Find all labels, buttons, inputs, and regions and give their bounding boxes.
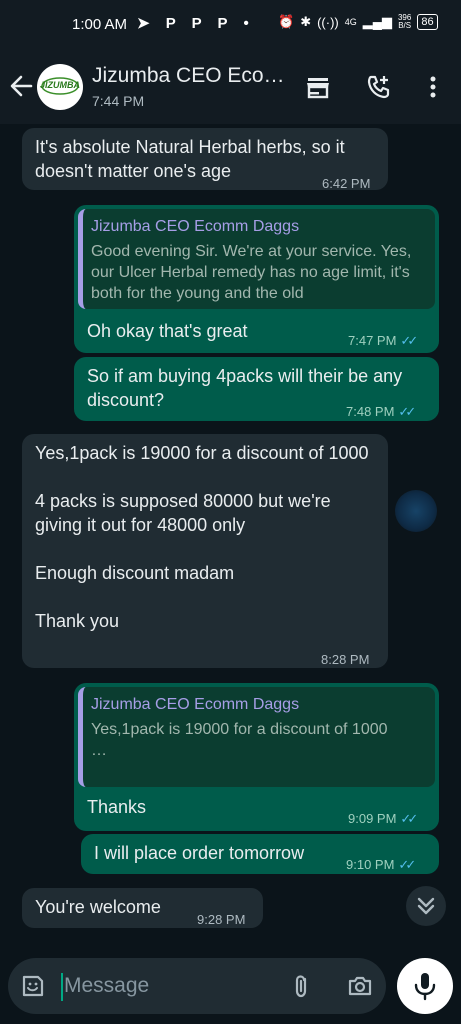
message-incoming[interactable]: You're welcome 9:28 PM — [22, 888, 263, 928]
read-ticks-icon: ✓✓ — [398, 404, 416, 419]
floating-bubble-icon[interactable] — [395, 490, 437, 532]
message-time: 9:09 PM ✓✓ — [348, 811, 418, 826]
signal-icon: ▂▄▆ — [362, 14, 392, 29]
message-input[interactable]: Message — [64, 962, 149, 1010]
network-speed: 396 B/S — [397, 13, 412, 30]
sticker-icon[interactable] — [19, 972, 47, 1000]
message-incoming[interactable]: Yes,1pack is 19000 for a discount of 100… — [22, 434, 388, 668]
message-time: 7:48 PM ✓✓ — [346, 404, 416, 419]
message-outgoing[interactable]: So if am buying 4packs will their be any… — [74, 357, 439, 421]
camera-icon[interactable] — [346, 972, 374, 1000]
notification-icons: ➤ P P P • — [137, 15, 255, 32]
quoted-author: Jizumba CEO Ecomm Daggs — [91, 696, 300, 713]
message-time: 6:42 PM — [322, 176, 371, 191]
text-cursor — [61, 973, 63, 1001]
chat-header: JIZUMBA Jizumba CEO Eco… 7:44 PM — [0, 50, 461, 124]
quoted-message[interactable]: Jizumba CEO Ecomm Daggs Good evening Sir… — [78, 209, 435, 309]
status-time: 1:00 AM — [72, 16, 128, 33]
hotspot-icon: ((·)) — [317, 14, 339, 30]
avatar[interactable]: JIZUMBA — [37, 64, 83, 110]
message-text: Thanks — [87, 797, 147, 817]
message-outgoing[interactable]: I will place order tomorrow 9:10 PM ✓✓ — [81, 834, 439, 874]
avatar-logo-text: JIZUMBA — [40, 80, 80, 90]
network-type: 4G — [344, 17, 357, 27]
system-icons: ⏰ ✱ ((·)) 4G ▂▄▆ 396 B/S 86 — [278, 14, 438, 30]
quoted-author: Jizumba CEO Ecomm Daggs — [91, 218, 300, 235]
store-icon[interactable] — [303, 72, 333, 102]
double-chevron-down-icon — [417, 897, 435, 915]
mic-button[interactable] — [397, 958, 453, 1014]
message-time: 7:47 PM ✓✓ — [348, 333, 418, 348]
read-ticks-icon: ✓✓ — [398, 857, 416, 872]
contact-name[interactable]: Jizumba CEO Eco… — [92, 64, 285, 88]
read-ticks-icon: ✓✓ — [400, 811, 418, 826]
message-text: I will place order tomorrow — [94, 843, 305, 863]
scroll-to-bottom-button[interactable] — [406, 886, 446, 926]
status-bar: 1:00 AM ➤ P P P • ⏰ ✱ ((·)) 4G ▂▄▆ 396 B… — [0, 0, 461, 50]
back-arrow-icon[interactable] — [6, 68, 36, 104]
message-text: Oh okay that's great — [87, 321, 248, 341]
message-outgoing[interactable]: Jizumba CEO Ecomm Daggs Yes,1pack is 190… — [74, 683, 439, 831]
message-outgoing[interactable]: Jizumba CEO Ecomm Daggs Good evening Sir… — [74, 205, 439, 353]
quoted-text: Good evening Sir. We're at your service.… — [91, 243, 416, 302]
bluetooth-icon: ✱ — [300, 14, 312, 29]
alarm-icon: ⏰ — [278, 14, 295, 29]
mic-icon — [414, 973, 436, 1001]
more-vert-icon[interactable] — [418, 72, 448, 102]
chat-area[interactable]: It's absolute Natural Herbal herbs, so i… — [0, 124, 461, 960]
attach-icon[interactable] — [288, 972, 316, 1000]
message-incoming[interactable]: It's absolute Natural Herbal herbs, so i… — [22, 128, 388, 191]
quoted-text: Yes,1pack is 19000 for a discount of 100… — [91, 721, 388, 759]
battery-level: 86 — [417, 14, 438, 30]
quoted-message[interactable]: Jizumba CEO Ecomm Daggs Yes,1pack is 190… — [78, 687, 435, 787]
message-text: You're welcome — [35, 897, 161, 917]
message-time: 8:28 PM — [321, 652, 370, 667]
last-seen: 7:44 PM — [92, 93, 145, 109]
message-time: 9:10 PM ✓✓ — [346, 857, 416, 872]
message-text: Yes,1pack is 19000 for a discount of 100… — [35, 443, 369, 631]
read-ticks-icon: ✓✓ — [400, 333, 418, 348]
message-time: 9:28 PM — [197, 912, 246, 927]
add-call-icon[interactable] — [364, 72, 394, 102]
